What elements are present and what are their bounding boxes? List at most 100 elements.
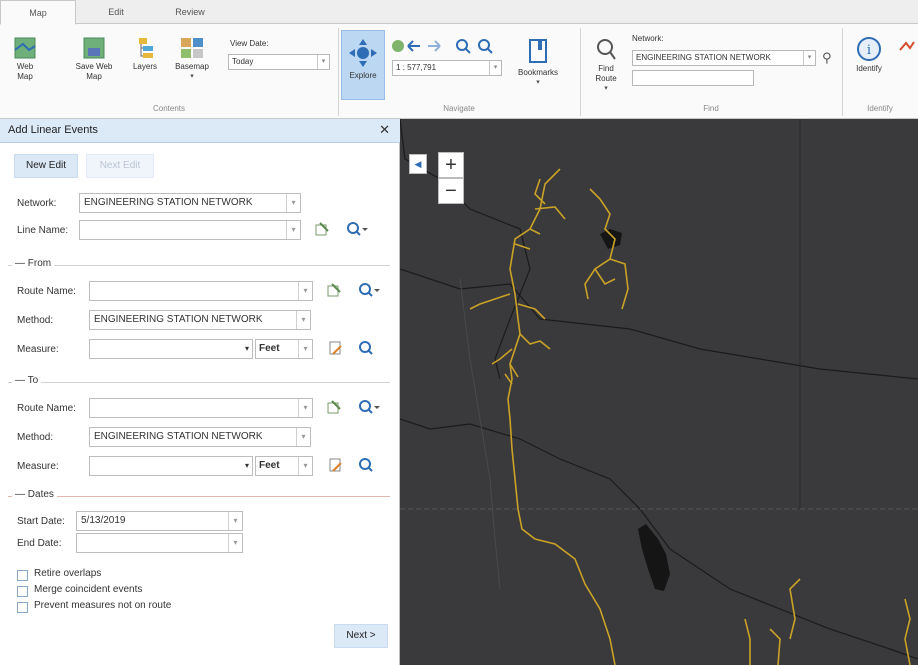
measure-tool-icon[interactable] — [898, 40, 916, 54]
basemap-button[interactable]: Basemap ▾ — [172, 36, 212, 82]
merge-coincident-label: Merge coincident events — [34, 584, 143, 595]
to-method-select[interactable]: ENGINEERING STATION NETWORK ▾ — [89, 427, 311, 447]
zoom-out-icon[interactable] — [478, 39, 490, 51]
find-search-input[interactable] — [632, 70, 754, 86]
new-edit-button[interactable]: New Edit — [14, 154, 78, 178]
network-label: Network: — [17, 198, 57, 209]
zoom-to-icon[interactable] — [346, 221, 368, 237]
zoom-to-icon[interactable] — [358, 399, 380, 415]
find-network-label: Network: — [632, 34, 664, 43]
close-icon[interactable]: ✕ — [379, 122, 390, 138]
start-date-value: 5/13/2019 — [81, 515, 126, 526]
retire-overlaps-label: Retire overlaps — [34, 568, 102, 579]
web-map-icon — [14, 37, 36, 59]
from-route-name-input[interactable]: ▾ — [89, 281, 313, 301]
from-method-select[interactable]: ENGINEERING STATION NETWORK ▾ — [89, 310, 311, 330]
group-divider — [338, 28, 339, 116]
zoom-out-handle — [487, 48, 493, 54]
view-date-value: Today — [232, 57, 254, 66]
bookmarks-button[interactable]: Bookmarks ▾ — [508, 36, 568, 88]
navigation-tools — [392, 39, 493, 54]
to-unit-select[interactable]: Feet ▾ — [255, 456, 313, 476]
map-view[interactable]: ◀ + − — [400, 119, 918, 665]
zoom-to-icon[interactable] — [358, 282, 380, 298]
caret-down-icon: ▾ — [244, 344, 249, 353]
route-network — [469, 168, 911, 665]
chevron-down-icon: ▾ — [317, 55, 329, 69]
contents-group-label: Contents — [152, 104, 186, 113]
end-date-input[interactable]: ▾ — [76, 533, 243, 553]
network-select[interactable]: ENGINEERING STATION NETWORK ▾ — [79, 193, 301, 213]
lake-shape — [600, 229, 622, 249]
zoom-in-handle — [465, 48, 471, 54]
network-value: ENGINEERING STATION NETWORK — [84, 197, 253, 208]
map-canvas[interactable] — [400, 119, 918, 665]
zoom-to-measure-icon[interactable] — [358, 457, 374, 473]
collapse-panel-button[interactable]: ◀ — [409, 154, 427, 174]
from-measure-input[interactable]: ▾ — [89, 339, 253, 359]
dates-divider — [8, 496, 390, 497]
svg-text:i: i — [867, 43, 871, 58]
to-measure-label: Measure: — [17, 461, 59, 472]
start-date-input[interactable]: 5/13/2019 ▾ — [76, 511, 243, 531]
chevron-down-icon: ▾ — [296, 311, 310, 329]
full-extent-icon[interactable] — [392, 40, 404, 52]
chevron-down-icon: ▾ — [228, 534, 242, 552]
chevron-down-icon: ▾ — [298, 282, 312, 300]
merge-coincident-checkbox[interactable] — [17, 586, 28, 597]
binoculars-icon[interactable]: ⚲ — [822, 50, 832, 66]
zoom-to-measure-icon[interactable] — [358, 340, 374, 356]
layers-label: Layers — [132, 62, 157, 71]
find-network-select[interactable]: ENGINEERING STATION NETWORK ▾ — [632, 50, 816, 66]
forward-arrow-icon[interactable] — [428, 40, 441, 52]
to-route-name-input[interactable]: ▾ — [89, 398, 313, 418]
select-from-map-icon[interactable] — [314, 221, 330, 237]
to-section-text: To — [27, 375, 39, 386]
select-from-map-icon[interactable] — [326, 282, 342, 298]
zoom-out-button[interactable]: − — [438, 178, 464, 204]
back-arrow-icon[interactable] — [407, 40, 420, 52]
scale-select[interactable]: 1 : 577,791 ▾ — [392, 60, 502, 76]
tab-map[interactable]: Map — [0, 0, 76, 25]
to-divider — [8, 382, 390, 383]
start-date-label: Start Date: — [17, 516, 65, 527]
retire-overlaps-checkbox[interactable] — [17, 570, 28, 581]
to-route-name-label: Route Name: — [17, 403, 76, 414]
from-unit-select[interactable]: Feet ▾ — [255, 339, 313, 359]
tab-edit[interactable]: Edit — [86, 0, 146, 24]
next-button[interactable]: Next > — [334, 624, 388, 648]
view-date-label: View Date: — [230, 39, 269, 48]
from-section-label: — From — [12, 258, 55, 269]
measure-from-map-icon[interactable] — [328, 340, 344, 356]
next-edit-button[interactable]: Next Edit — [86, 154, 154, 178]
from-section-text: From — [27, 258, 52, 269]
prevent-measures-checkbox[interactable] — [17, 602, 28, 613]
layers-icon — [139, 38, 153, 58]
to-section-label: — To — [12, 375, 42, 386]
select-from-map-icon[interactable] — [326, 399, 342, 415]
tab-review[interactable]: Review — [160, 0, 220, 24]
view-date-select[interactable]: Today ▾ — [228, 54, 330, 70]
save-web-map-button[interactable]: Save Web Map — [74, 36, 114, 82]
bookmarks-dropdown-icon: ▾ — [536, 79, 540, 86]
find-route-button[interactable]: Find Route ▾ — [588, 38, 624, 94]
zoom-in-button[interactable]: + — [438, 152, 464, 178]
identify-button[interactable]: i Identify — [848, 36, 890, 74]
zoom-in-icon[interactable] — [456, 39, 468, 51]
line-name-input[interactable]: ▾ — [79, 220, 301, 240]
chevron-down-icon: ▾ — [298, 340, 312, 358]
measure-from-map-icon[interactable] — [328, 457, 344, 473]
line-name-label: Line Name: — [17, 225, 69, 236]
to-method-value: ENGINEERING STATION NETWORK — [94, 431, 263, 442]
explore-button[interactable]: Explore — [341, 30, 385, 100]
find-group-label: Find — [703, 104, 719, 113]
explore-pan-icon — [349, 39, 377, 67]
end-date-label: End Date: — [17, 538, 62, 549]
navigate-group-label: Navigate — [443, 104, 475, 113]
find-route-label: Find Route — [595, 64, 617, 83]
to-measure-input[interactable]: ▾ — [89, 456, 253, 476]
from-measure-label: Measure: — [17, 344, 59, 355]
layers-button[interactable]: Layers — [128, 36, 162, 72]
basemap-label: Basemap — [175, 62, 209, 71]
web-map-button[interactable]: Web Map — [8, 36, 42, 82]
